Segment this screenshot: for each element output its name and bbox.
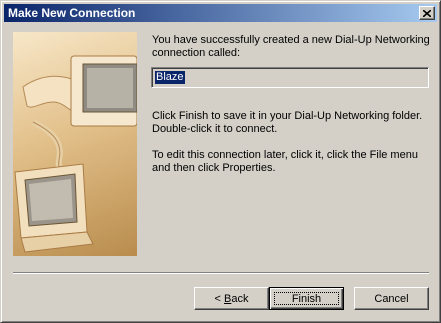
finish-instructions: Click Finish to save it in your Dial-Up … xyxy=(152,110,423,135)
finish-label: Finish xyxy=(291,292,322,305)
window-title: Make New Connection xyxy=(8,6,136,20)
back-button[interactable]: < Back xyxy=(194,287,269,310)
cancel-label: Cancel xyxy=(374,292,409,305)
connection-name-field[interactable]: Blaze xyxy=(151,67,429,88)
edit-instructions: To edit this connection later, click it,… xyxy=(152,149,418,174)
finish-button[interactable]: Finish xyxy=(269,287,344,310)
cancel-button[interactable]: Cancel xyxy=(354,287,429,310)
computer-phone-illustration-icon xyxy=(14,55,137,253)
back-accelerator: B xyxy=(224,292,232,305)
separator xyxy=(13,272,429,274)
intro-text: You have successfully created a new Dial… xyxy=(152,34,430,59)
close-button[interactable] xyxy=(419,6,435,20)
title-bar[interactable]: Make New Connection xyxy=(4,4,437,22)
connection-name-value: Blaze xyxy=(155,71,185,84)
make-new-connection-dialog: Make New Connection You have successfull… xyxy=(0,0,441,323)
wizard-illustration xyxy=(13,32,137,256)
back-label-rest: ack xyxy=(231,292,249,305)
close-icon xyxy=(423,9,431,17)
back-prefix: < xyxy=(214,292,224,305)
